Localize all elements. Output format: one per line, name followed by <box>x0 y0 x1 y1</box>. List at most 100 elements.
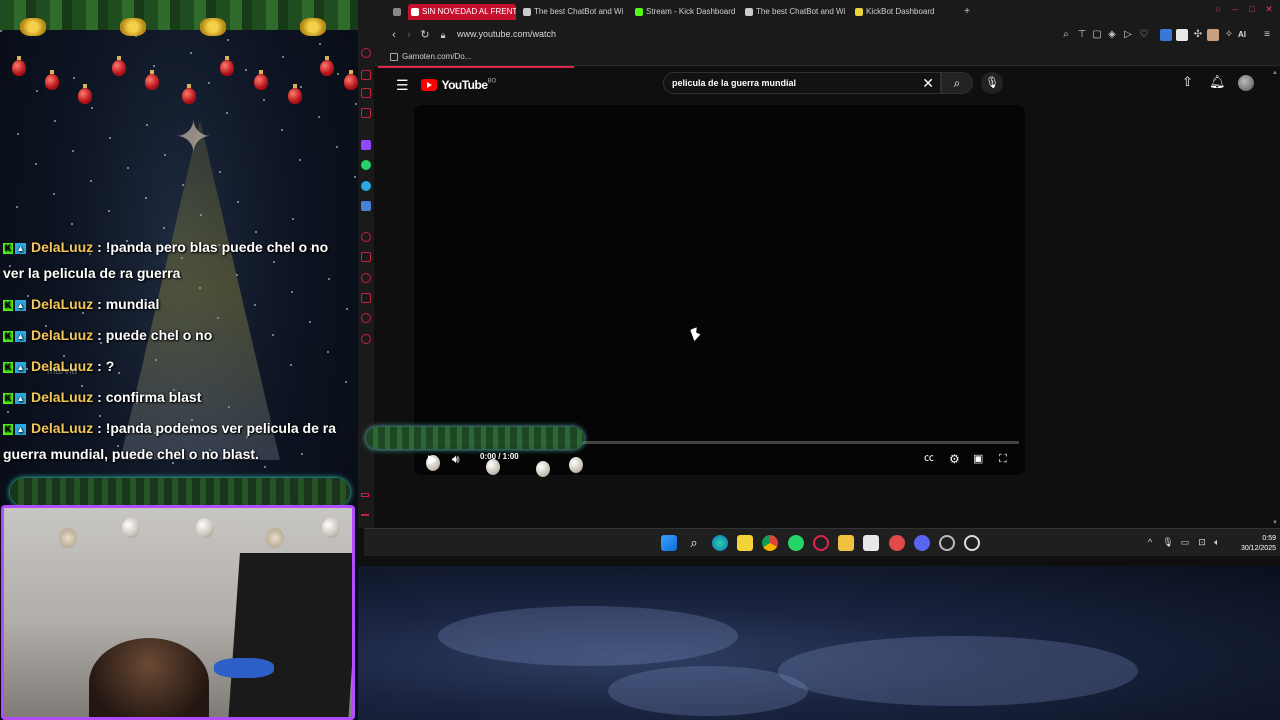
tree-star-icon: ✦ <box>175 113 212 162</box>
play-icon[interactable]: ▷ <box>1122 29 1134 41</box>
taskbar-clock[interactable]: 0:59 30/12/2025 <box>1230 534 1276 554</box>
bookmark-item[interactable]: Gamoten.com/Do... <box>402 52 471 61</box>
sidebar-clock-icon[interactable] <box>361 273 371 283</box>
menu-icon[interactable]: ≡ <box>1261 29 1273 41</box>
reload-icon[interactable]: ↻ <box>418 28 432 42</box>
extension-blue-icon[interactable] <box>1160 29 1172 41</box>
subtitles-icon[interactable]: ㏄ <box>924 451 934 467</box>
shield-icon[interactable]: ◈ <box>1106 29 1118 41</box>
snowflake <box>145 197 147 199</box>
sidebar-bookmarks-icon[interactable] <box>361 252 371 262</box>
tray-keyboard-icon[interactable]: ▭ <box>1179 537 1191 548</box>
app-red-icon[interactable] <box>889 535 905 551</box>
snowflake <box>226 112 228 114</box>
sidebar-settings-icon[interactable] <box>361 334 371 344</box>
windows-start-icon[interactable] <box>661 535 677 551</box>
tab-5[interactable]: KickBot Dashboard <box>852 4 956 20</box>
tray-chevron-icon[interactable]: ^ <box>1144 537 1156 548</box>
tab-4[interactable]: The best ChatBot and Wi <box>742 4 848 20</box>
search-button[interactable]: ⌕ <box>941 72 973 94</box>
browser-window: SIN NOVEDAD AL FRENTE The best ChatBot an… <box>358 0 1280 566</box>
miniplayer-icon[interactable]: ▣ <box>973 451 983 467</box>
chat-separator: : <box>97 358 102 374</box>
url-field[interactable]: www.youtube.com/watch <box>457 29 556 39</box>
tray-mic-icon[interactable]: 🎙︎ <box>1162 537 1174 548</box>
search-query: pelicula de la guerra mundial <box>672 78 797 88</box>
facebook-icon[interactable] <box>361 201 371 211</box>
whatsapp-icon[interactable] <box>361 160 371 170</box>
play-icon[interactable]: ▶︎ <box>428 451 437 467</box>
whatsapp-taskbar-icon[interactable] <box>788 535 804 551</box>
youtube-logo[interactable]: YouTubeBO <box>421 76 496 92</box>
sticky-notes-icon[interactable] <box>737 535 753 551</box>
profile-avatar-icon[interactable] <box>1207 29 1219 41</box>
opera-gx-icon[interactable] <box>813 535 829 551</box>
kick-badge-icon: K <box>3 331 13 342</box>
microphone-icon[interactable]: 🎙︎ <box>981 72 1003 94</box>
settings-gear-icon[interactable]: ⚙︎ <box>949 451 960 467</box>
search-input[interactable]: pelicula de la guerra mundial ✕ <box>663 72 941 94</box>
maximize-icon[interactable]: □ <box>1247 4 1257 14</box>
tab-3[interactable]: Stream - Kick Dashboard <box>632 4 738 20</box>
avatar[interactable] <box>1238 75 1254 91</box>
tab-strip: SIN NOVEDAD AL FRENTE The best ChatBot an… <box>358 0 1280 22</box>
tray-volume-icon[interactable]: 🔈︎ <box>1211 537 1223 548</box>
bot-badge-icon: ▲ <box>15 362 26 373</box>
hamburger-menu-icon[interactable]: ☰ <box>396 77 409 94</box>
lock-icon[interactable]: 🔒︎ <box>436 28 450 42</box>
webcam-streamer <box>89 638 209 717</box>
chrome-icon[interactable] <box>762 535 778 551</box>
sidebar-news-icon[interactable] <box>361 108 371 118</box>
snowflake <box>53 193 55 195</box>
sidebar-bag-icon[interactable] <box>361 70 371 80</box>
chat-username: DelaLuuz <box>31 327 94 343</box>
sidebar-toggle-icon[interactable] <box>361 493 369 497</box>
fullscreen-icon[interactable]: ⛶ <box>999 451 1007 467</box>
zoom-icon[interactable]: ⌕ <box>1060 29 1072 41</box>
upload-icon[interactable]: ⇧ <box>1182 74 1193 90</box>
file-explorer-icon[interactable] <box>838 535 854 551</box>
kick-badge-icon: K <box>3 362 13 373</box>
sidebar-download-icon[interactable] <box>361 293 371 303</box>
sidebar-history-icon[interactable] <box>361 48 371 58</box>
store-icon[interactable] <box>863 535 879 551</box>
telegram-icon[interactable] <box>361 181 371 191</box>
discord-icon[interactable] <box>914 535 930 551</box>
sidebar-extensions-icon[interactable] <box>361 313 371 323</box>
forward-icon[interactable]: › <box>402 28 416 42</box>
sidebar-apps-icon[interactable] <box>361 88 371 98</box>
pin-icon[interactable]: ⊤ <box>1076 29 1088 41</box>
close-window-icon[interactable]: ✕ <box>1264 4 1274 14</box>
ai-sparkle-icon[interactable]: ✧ <box>1223 29 1235 41</box>
twitch-icon[interactable] <box>361 140 371 150</box>
minimize-icon[interactable]: – <box>1230 4 1240 14</box>
extension-white-icon[interactable] <box>1176 29 1188 41</box>
ornament-icon <box>112 56 126 76</box>
notifications-bell-icon[interactable]: 🔔︎ <box>1209 74 1226 90</box>
edge-icon[interactable] <box>712 535 728 551</box>
extensions-puzzle-icon[interactable]: ✣ <box>1192 29 1204 41</box>
taskbar-search-icon[interactable]: ⌕ <box>686 535 702 551</box>
sidebar-more-icon[interactable] <box>361 514 369 516</box>
volume-icon[interactable]: 🔊︎ <box>452 451 460 467</box>
search-tabs-icon[interactable]: ○ <box>1213 4 1223 14</box>
new-tab-button[interactable]: + <box>960 4 974 20</box>
snowflake <box>164 154 166 156</box>
ai-label[interactable]: AI <box>1238 30 1246 39</box>
ornament-icon <box>12 56 26 76</box>
back-icon[interactable]: ‹ <box>387 28 401 42</box>
scroll-up-icon[interactable]: ▲ <box>1272 70 1278 76</box>
app-gray-icon[interactable] <box>939 535 955 551</box>
screenshot-icon[interactable]: ▢ <box>1091 29 1103 41</box>
video-player[interactable]: ▶︎ 🔊︎ 0:00 / 1:00 ㏄ ⚙︎ ▣ ⛶ <box>366 105 1025 477</box>
scroll-down-icon[interactable]: ▼ <box>1272 520 1278 526</box>
heart-icon[interactable]: ♡ <box>1138 29 1150 41</box>
tab-pinned[interactable] <box>390 4 404 20</box>
tab-2[interactable]: The best ChatBot and Wi <box>520 4 626 20</box>
tray-network-icon[interactable]: ⊡ <box>1196 537 1208 548</box>
obs-icon[interactable] <box>964 535 980 551</box>
kick-badge-icon: K <box>3 424 13 435</box>
clear-search-icon[interactable]: ✕ <box>922 75 934 92</box>
sidebar-player-icon[interactable] <box>361 232 371 242</box>
tab-1[interactable]: SIN NOVEDAD AL FRENTE <box>408 4 516 20</box>
